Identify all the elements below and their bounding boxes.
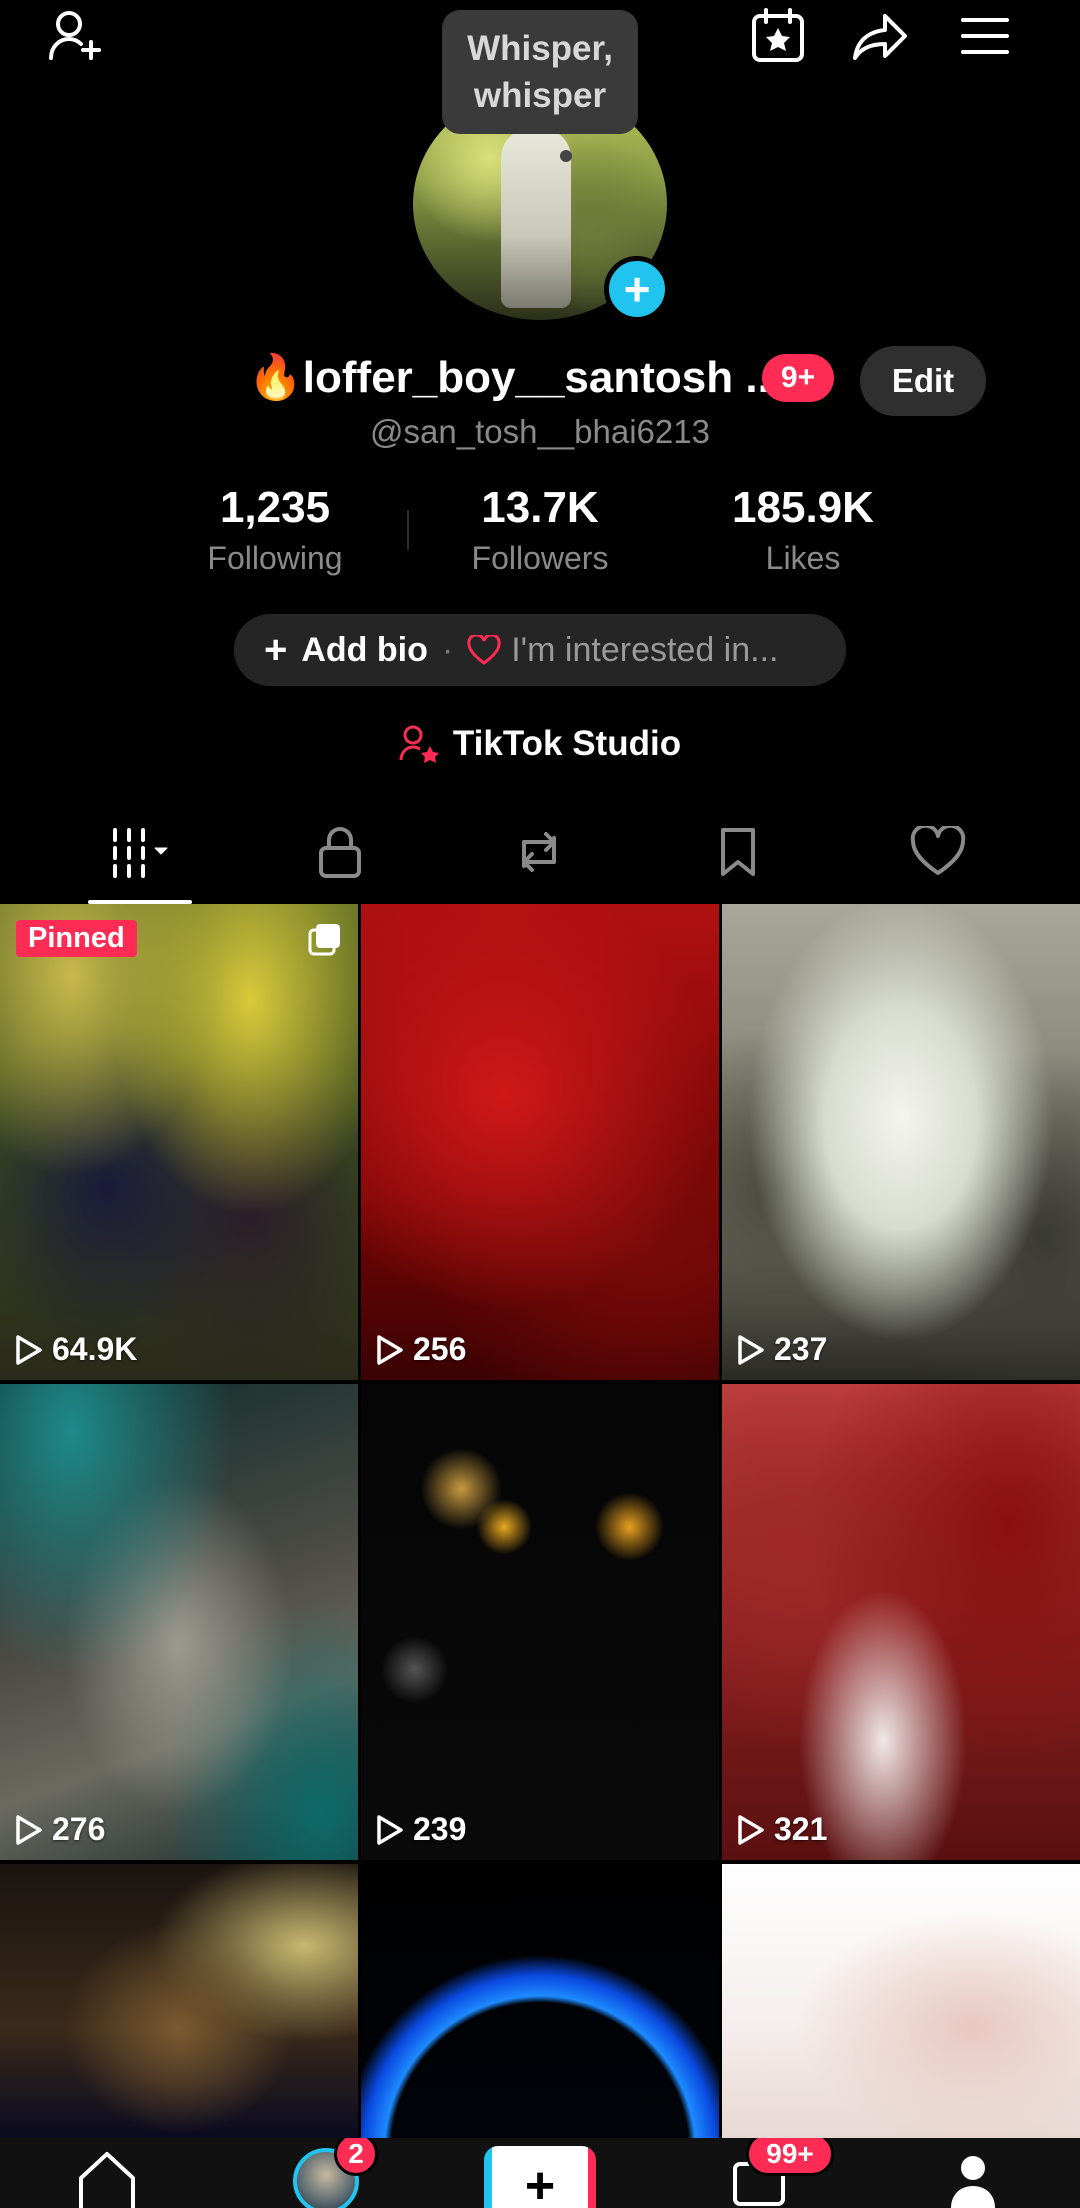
tab-reposts[interactable] <box>479 812 599 892</box>
view-count: 276 <box>52 1811 106 1847</box>
stat-followers[interactable]: 13.7K Followers <box>430 480 650 580</box>
studio-user-star-icon <box>399 725 439 763</box>
video-views: 237 <box>736 1331 827 1368</box>
interests-label: I'm interested in... <box>511 630 779 669</box>
video-thumbnail[interactable]: 237 <box>722 904 1080 1380</box>
view-count: 239 <box>413 1811 467 1847</box>
whisper-line-1: Whisper, <box>467 29 613 68</box>
tab-liked[interactable] <box>878 812 998 892</box>
play-icon <box>16 1334 42 1365</box>
bookmark-icon <box>721 828 755 876</box>
play-icon <box>377 1334 403 1365</box>
notification-badge[interactable]: 9+ <box>762 354 834 402</box>
inbox-badge: 99+ <box>746 2138 834 2176</box>
video-views: 239 <box>375 1811 466 1848</box>
video-thumbnail[interactable] <box>0 1864 358 2138</box>
create-plus-icon: + <box>484 2146 596 2208</box>
bottom-navigation: 2 + 99+ <box>0 2138 1080 2208</box>
menu-icon[interactable] <box>950 0 1020 72</box>
stat-followers-value: 13.7K <box>481 483 599 532</box>
tab-saved[interactable] <box>678 812 798 892</box>
add-bio-label: Add bio <box>301 630 428 669</box>
video-views: 256 <box>375 1331 466 1368</box>
video-views: 321 <box>736 1811 827 1848</box>
video-thumbnail[interactable] <box>722 1864 1080 2138</box>
video-thumbnail[interactable]: 276 <box>0 1384 358 1860</box>
create-button[interactable]: + <box>484 2138 596 2208</box>
view-count: 237 <box>774 1331 828 1367</box>
bio-separator: · <box>441 630 454 669</box>
video-views: 276 <box>14 1811 105 1848</box>
heart-icon <box>910 826 966 875</box>
heart-icon <box>467 635 501 665</box>
stat-divider <box>407 510 409 550</box>
stat-likes-value: 185.9K <box>732 483 874 532</box>
play-icon <box>738 1334 764 1365</box>
nav-home[interactable] <box>62 2138 152 2208</box>
video-thumbnail[interactable] <box>361 1864 719 2138</box>
tiktok-studio-label: TikTok Studio <box>452 724 682 763</box>
stat-following-label: Following <box>207 540 343 576</box>
video-thumbnail[interactable]: 239 <box>361 1384 719 1860</box>
add-bio-button[interactable]: + Add bio · I'm interested in... <box>234 614 846 686</box>
lock-icon <box>319 827 361 878</box>
edit-profile-button[interactable]: Edit <box>860 346 986 416</box>
video-thumbnail[interactable]: Pinned 64.9K <box>0 904 358 1380</box>
stat-following-value: 1,235 <box>219 483 331 532</box>
tiktok-studio-link[interactable]: TikTok Studio <box>0 716 1080 772</box>
view-count: 64.9K <box>52 1331 138 1367</box>
video-thumbnail[interactable]: 321 <box>722 1384 1080 1860</box>
stat-followers-label: Followers <box>471 540 609 576</box>
whisper-tail-dot <box>560 150 572 162</box>
view-count: 256 <box>413 1331 467 1367</box>
stat-likes-label: Likes <box>765 540 841 576</box>
tab-private[interactable] <box>280 812 400 892</box>
add-story-button[interactable]: + <box>604 256 670 322</box>
nav-profile[interactable] <box>928 2138 1018 2208</box>
add-friend-icon[interactable] <box>40 0 110 72</box>
multi-photo-icon <box>308 924 340 956</box>
calendar-star-icon[interactable] <box>743 0 813 72</box>
view-count: 321 <box>774 1811 828 1847</box>
play-icon <box>377 1814 403 1845</box>
friends-badge: 2 <box>334 2138 378 2176</box>
video-grid: Pinned 64.9K 256 237 276 239 321 <box>0 904 1080 2138</box>
display-name: 🔥loffer_boy__santosh .. <box>248 346 770 410</box>
profile-icon <box>951 2156 995 2208</box>
stat-following[interactable]: 1,235 Following <box>165 480 385 580</box>
plus-icon: + <box>264 627 288 672</box>
play-icon <box>16 1814 42 1845</box>
tab-videos[interactable] <box>80 812 200 892</box>
whisper-line-2: whisper <box>473 76 607 115</box>
video-thumbnail[interactable]: 256 <box>361 904 719 1380</box>
stat-likes[interactable]: 185.9K Likes <box>693 480 913 580</box>
home-icon <box>79 2152 135 2208</box>
play-icon <box>738 1814 764 1845</box>
flame-emoji: 🔥 <box>248 353 303 402</box>
repost-icon <box>522 832 556 872</box>
video-views: 64.9K <box>14 1331 137 1368</box>
share-icon[interactable] <box>845 0 915 72</box>
display-name-text: loffer_boy__santosh .. <box>302 353 770 402</box>
videos-grid-icon <box>113 828 168 878</box>
username-handle: @san_tosh__bhai6213 <box>370 413 710 450</box>
pinned-badge: Pinned <box>16 920 137 957</box>
whisper-note-bubble[interactable]: Whisper, whisper <box>442 10 638 134</box>
